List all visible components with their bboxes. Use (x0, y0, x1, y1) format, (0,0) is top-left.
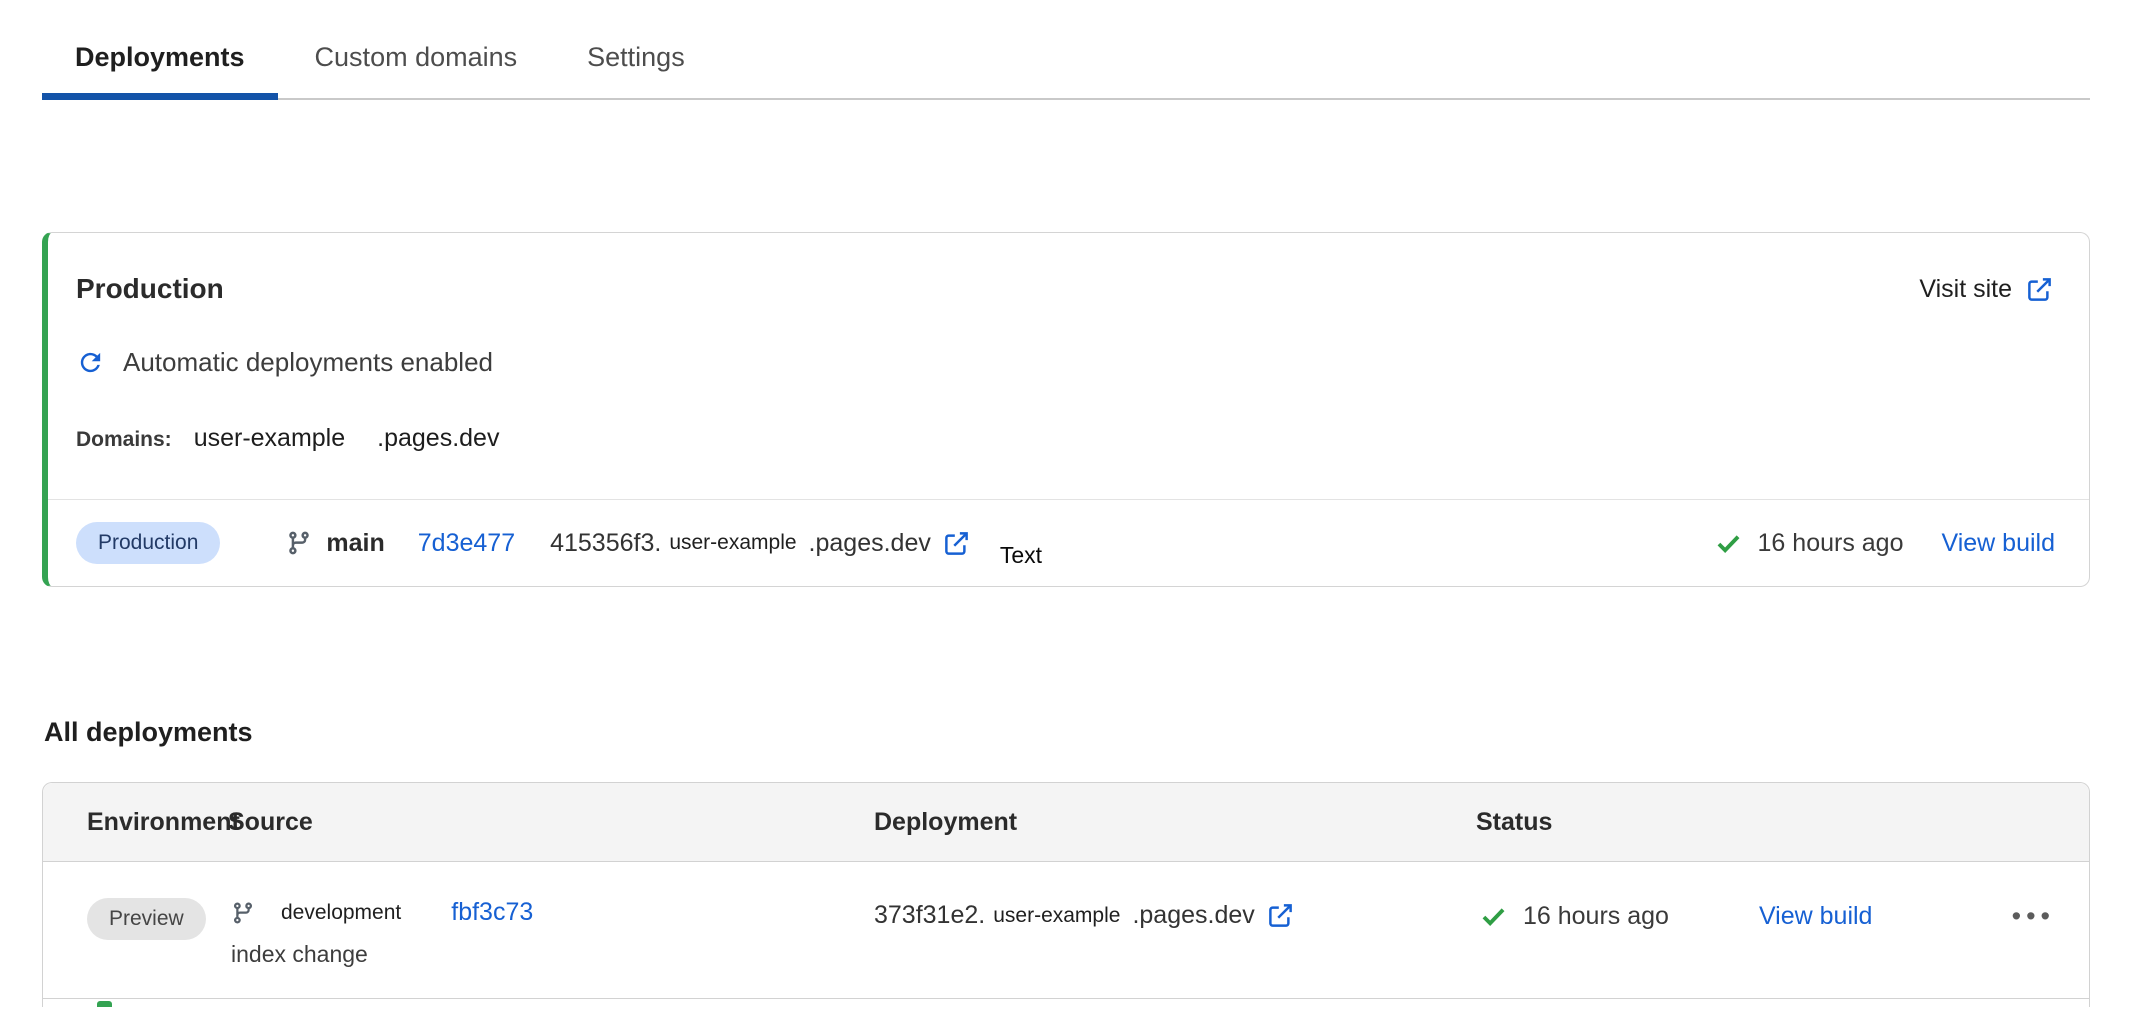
commit-link[interactable]: fbf3c73 (451, 898, 533, 927)
branch-name: development (281, 901, 401, 925)
domains-label: Domains: (76, 428, 172, 452)
deployments-table: Environment Source Deployment Status Pre… (42, 782, 2090, 1007)
auto-deploy-status: Automatic deployments enabled (76, 347, 2053, 378)
domains-row: Domains: user-example .pages.dev (76, 424, 2053, 453)
deploy-time: 16 hours ago (1758, 529, 1904, 558)
git-branch-icon (231, 901, 255, 925)
domain-suffix: .pages.dev (377, 424, 499, 453)
tab-bar: Deployments Custom domains Settings (42, 0, 2090, 100)
deployment-url-name: user-example (993, 904, 1120, 928)
production-deployment-row: Production main 7d3e477 415356f3. user-e… (48, 500, 2089, 586)
commit-note: Text (1000, 542, 1042, 569)
next-row-green-indicator (97, 1001, 112, 1007)
check-icon (1715, 530, 1742, 557)
deployment-url-suffix: .pages.dev (1132, 901, 1254, 930)
deployment-url-prefix: 373f31e2. (874, 901, 985, 930)
ellipsis-menu-icon[interactable]: ••• (2012, 901, 2055, 932)
environment-badge-production: Production (76, 522, 220, 564)
refresh-icon (76, 348, 105, 377)
all-deployments-heading: All deployments (44, 717, 2132, 748)
environment-badge-preview: Preview (87, 898, 206, 940)
external-link-icon[interactable] (943, 530, 970, 557)
external-link-icon (2026, 276, 2053, 303)
source-branch-line: development fbf3c73 (231, 898, 874, 927)
production-card-body: Production Visit site Automatic deployme (48, 233, 2089, 499)
deployment-status: 16 hours ago View build (1715, 529, 2055, 558)
status-cell: 16 hours ago View build ••• (1476, 898, 2089, 932)
view-build-link[interactable]: View build (1759, 902, 1873, 931)
table-header-row: Environment Source Deployment Status (43, 783, 2089, 862)
external-link-icon[interactable] (1267, 902, 1294, 929)
column-header-deployment: Deployment (874, 808, 1476, 837)
tab-custom-domains[interactable]: Custom domains (282, 0, 551, 100)
deployment-url: 415356f3. user-example .pages.dev (550, 529, 970, 558)
tab-settings[interactable]: Settings (554, 0, 718, 100)
deployment-cell: 373f31e2. user-example .pages.dev (874, 898, 1476, 930)
tab-deployments[interactable]: Deployments (42, 0, 278, 100)
production-card-header: Production Visit site (76, 273, 2053, 305)
git-branch-icon (286, 530, 312, 556)
visit-site-link[interactable]: Visit site (1919, 275, 2053, 304)
column-header-environment: Environment (43, 808, 228, 837)
production-title: Production (76, 273, 224, 305)
column-header-status: Status (1476, 808, 2089, 837)
deployment-url-prefix: 415356f3. (550, 529, 661, 558)
source-cell: development fbf3c73 index change (228, 898, 874, 968)
commit-link[interactable]: 7d3e477 (418, 529, 515, 558)
column-header-source: Source (228, 808, 874, 837)
check-icon (1480, 903, 1507, 930)
commit-message: index change (231, 941, 874, 968)
next-row-partial (43, 999, 2089, 1007)
production-card: Production Visit site Automatic deployme (42, 232, 2090, 587)
auto-deploy-text: Automatic deployments enabled (123, 347, 493, 378)
domain-name: user-example (194, 424, 345, 453)
environment-cell: Preview (43, 898, 228, 940)
table-row: Preview development fbf3c73 index change… (43, 862, 2089, 999)
visit-site-label: Visit site (1919, 275, 2012, 304)
deployment-url-name: user-example (669, 531, 796, 555)
branch-name: main (326, 529, 384, 558)
deploy-time: 16 hours ago (1523, 902, 1669, 931)
view-build-link[interactable]: View build (1941, 529, 2055, 558)
deployment-url-suffix: .pages.dev (809, 529, 931, 558)
